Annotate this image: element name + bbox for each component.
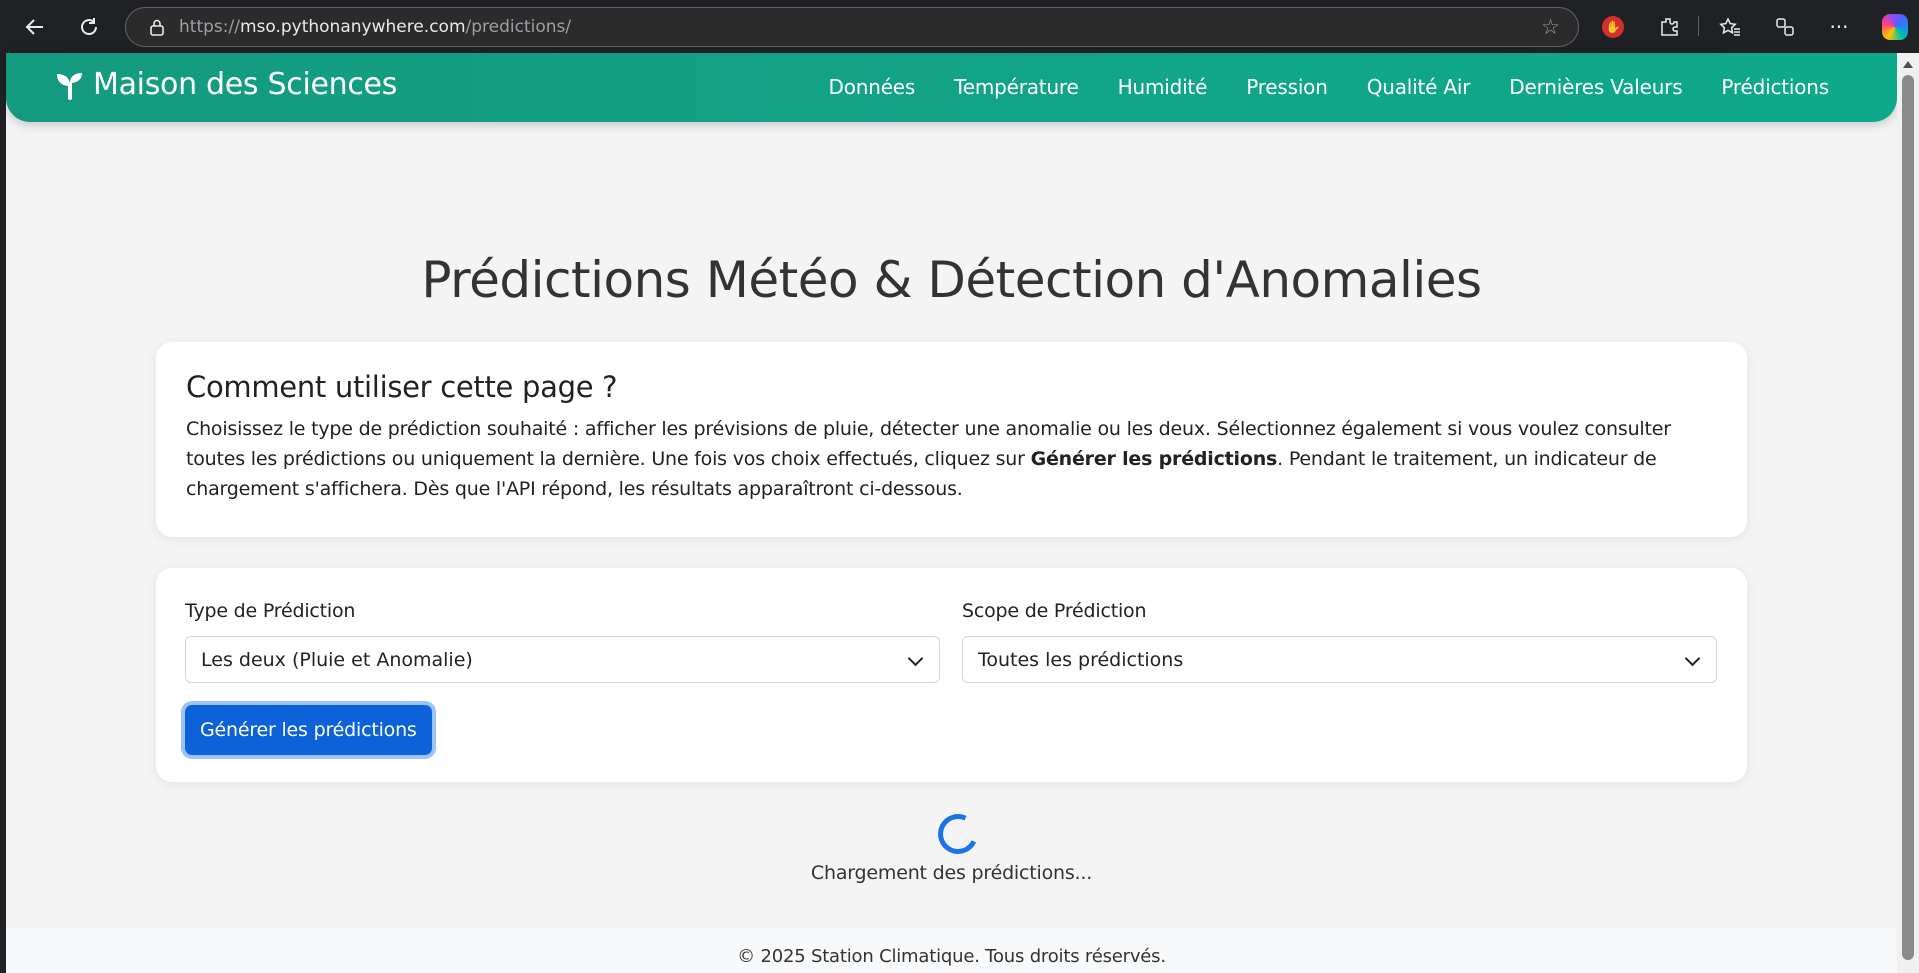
nav-link-qualite-air[interactable]: Qualité Air — [1367, 75, 1471, 99]
prediction-scope-field: Scope de Prédiction Toutes les prédictio… — [962, 600, 1717, 683]
brand-name: Maison des Sciences — [93, 67, 398, 102]
chevron-down-icon — [907, 650, 924, 667]
favorite-star-icon[interactable]: ☆ — [1541, 15, 1560, 39]
url-text: https://mso.pythonanywhere.com/predictio… — [179, 17, 572, 37]
adblock-extension-icon[interactable]: ✋ — [1596, 10, 1630, 44]
site-navbar: Maison des Sciences Données Température … — [6, 53, 1897, 122]
back-icon[interactable] — [18, 10, 52, 44]
favorites-icon[interactable] — [1713, 10, 1747, 44]
instructions-heading: Comment utiliser cette page ? — [186, 370, 618, 404]
nav-link-temperature[interactable]: Température — [954, 75, 1079, 99]
page-footer: © 2025 Station Climatique. Tous droits r… — [6, 928, 1897, 973]
prediction-type-value: Les deux (Pluie et Anomalie) — [201, 648, 473, 671]
prediction-scope-value: Toutes les prédictions — [978, 648, 1184, 671]
nav-link-pression[interactable]: Pression — [1246, 75, 1328, 99]
instructions-text: Choisissez le type de prédiction souhait… — [186, 418, 1671, 500]
seedling-icon — [57, 72, 82, 100]
nav-link-dernieres-valeurs[interactable]: Dernières Valeurs — [1509, 75, 1682, 99]
page-title: Prédictions Météo & Détection d'Anomalie… — [421, 251, 1482, 309]
vertical-scrollbar[interactable] — [1897, 53, 1919, 973]
chevron-down-icon — [1684, 650, 1701, 667]
collections-icon[interactable] — [1768, 10, 1802, 44]
prediction-scope-label: Scope de Prédiction — [962, 600, 1147, 622]
scroll-up-arrow-icon[interactable] — [1903, 61, 1913, 68]
scrollbar-thumb[interactable] — [1902, 75, 1914, 960]
instructions-card: Comment utiliser cette page ? Choisissez… — [156, 342, 1747, 537]
loading-spinner-icon — [932, 808, 984, 860]
nav-link-humidite[interactable]: Humidité — [1118, 75, 1208, 99]
more-menu-icon[interactable]: ··· — [1822, 10, 1856, 44]
prediction-type-label: Type de Prédiction — [185, 600, 356, 622]
prediction-type-field: Type de Prédiction Les deux (Pluie et An… — [185, 600, 940, 683]
prediction-scope-select[interactable]: Toutes les prédictions — [962, 636, 1717, 683]
generate-predictions-button[interactable]: Générer les prédictions — [185, 705, 432, 755]
nav-link-donnees[interactable]: Données — [829, 75, 916, 99]
page-viewport: Maison des Sciences Données Température … — [0, 53, 1897, 973]
prediction-type-select[interactable]: Les deux (Pluie et Anomalie) — [185, 636, 940, 683]
copilot-icon[interactable] — [1878, 10, 1912, 44]
loading-text: Chargement des prédictions... — [810, 862, 1093, 884]
prediction-form-card: Type de Prédiction Les deux (Pluie et An… — [156, 568, 1747, 782]
site-brand[interactable]: Maison des Sciences — [53, 67, 397, 102]
toolbar-divider — [1698, 16, 1699, 36]
nav-link-predictions[interactable]: Prédictions — [1721, 75, 1829, 99]
extensions-icon[interactable] — [1652, 10, 1686, 44]
lock-icon[interactable] — [149, 18, 165, 36]
main-nav: Données Température Humidité Pression Qu… — [829, 75, 1830, 99]
browser-toolbar: https://mso.pythonanywhere.com/predictio… — [0, 0, 1919, 53]
refresh-icon[interactable] — [72, 10, 106, 44]
address-bar[interactable]: https://mso.pythonanywhere.com/predictio… — [125, 7, 1579, 47]
